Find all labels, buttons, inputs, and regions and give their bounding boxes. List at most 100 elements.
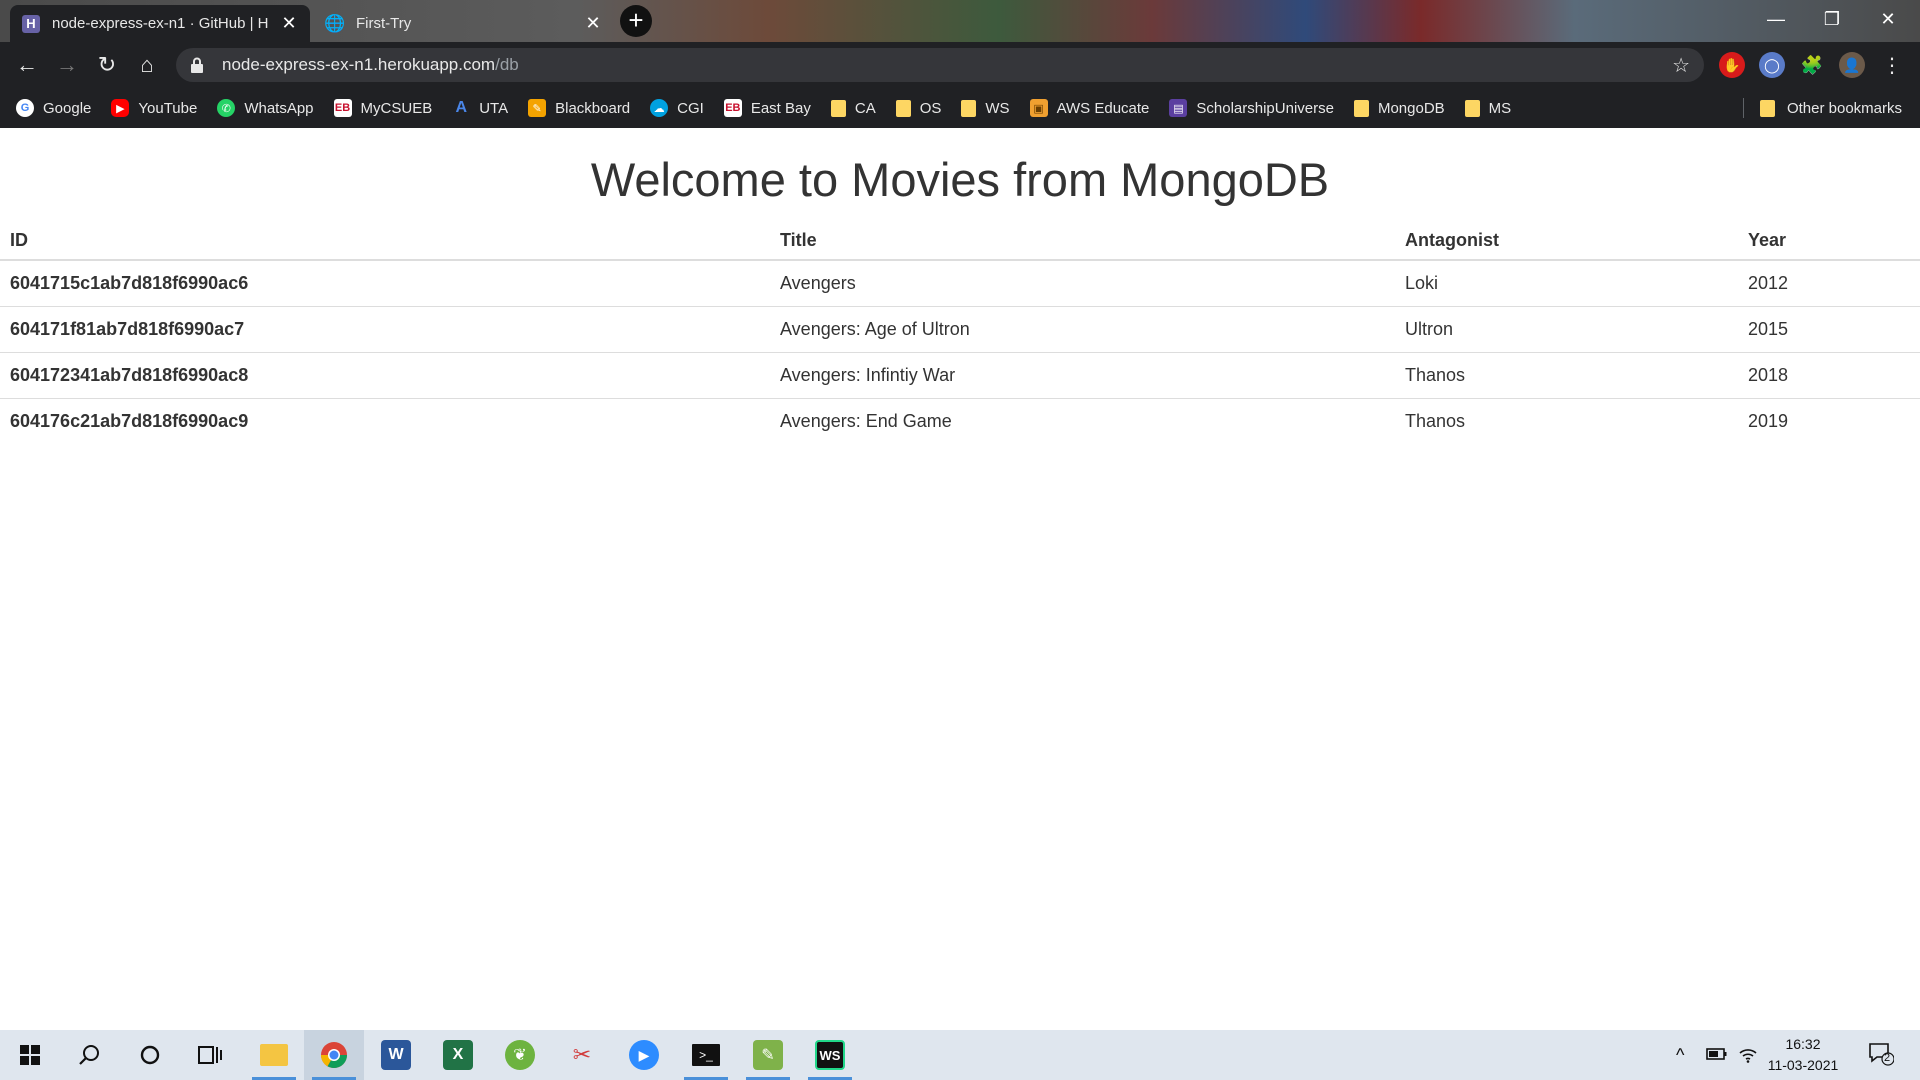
- forward-icon[interactable]: →: [52, 50, 82, 80]
- bookmarks-divider: [1743, 98, 1744, 118]
- bookmark-scholarshipuniverse[interactable]: ▤ ScholarshipUniverse: [1169, 99, 1334, 117]
- url-path: /db: [495, 55, 519, 74]
- notification-center-icon[interactable]: 2: [1868, 1042, 1895, 1071]
- wifi-icon[interactable]: [1738, 1045, 1758, 1068]
- cortana-button[interactable]: [120, 1030, 180, 1080]
- taskbar-snipping-tool[interactable]: ✂: [552, 1030, 612, 1080]
- tray-overflow-chevron-icon[interactable]: ^: [1676, 1045, 1684, 1066]
- bookmark-label: WS: [985, 99, 1010, 117]
- globe-icon: 🌐: [324, 13, 346, 33]
- bookmark-star-icon[interactable]: ☆: [1672, 53, 1690, 78]
- taskbar-search-button[interactable]: [60, 1030, 120, 1080]
- bookmark-label: MS: [1488, 99, 1512, 117]
- cell-id: 604171f81ab7d818f6990ac7: [0, 305, 770, 352]
- taskbar-excel[interactable]: X: [428, 1030, 488, 1080]
- bookmark-label: UTA: [479, 99, 509, 117]
- taskbar-word[interactable]: W: [366, 1030, 426, 1080]
- bookmark-cgi[interactable]: ☁ CGI: [650, 99, 704, 117]
- cell-antagonist: Thanos: [1395, 397, 1738, 444]
- bookmark-google[interactable]: G Google: [16, 99, 91, 117]
- bookmark-label: East Bay: [750, 99, 811, 117]
- taskbar-clock[interactable]: 16:32 11-03-2021: [1758, 1034, 1848, 1076]
- taskbar-webstorm[interactable]: WS: [800, 1030, 860, 1080]
- bookmark-label: Blackboard: [555, 99, 631, 117]
- cell-title: Avengers: Age of Ultron: [770, 305, 1395, 352]
- bookmark-folder-os[interactable]: OS: [895, 99, 941, 117]
- extension-red-icon[interactable]: ✋: [1719, 52, 1745, 78]
- extension-circle-icon[interactable]: ◯: [1759, 52, 1785, 78]
- tab-first-try[interactable]: 🌐 First-Try ✕: [314, 5, 614, 42]
- chrome-icon: [319, 1040, 349, 1070]
- salesforce-icon: ☁: [650, 99, 669, 117]
- reload-icon[interactable]: ↻: [92, 50, 122, 80]
- taskbar-terminal[interactable]: >_: [676, 1030, 736, 1080]
- home-icon[interactable]: ⌂: [132, 50, 162, 80]
- task-view-button[interactable]: [180, 1030, 240, 1080]
- cell-year: 2015: [1738, 305, 1920, 352]
- cell-title: Avengers: Infintiy War: [770, 351, 1395, 398]
- back-icon[interactable]: ←: [12, 50, 42, 80]
- bookmark-whatsapp[interactable]: ✆ WhatsApp: [217, 99, 314, 117]
- heroku-icon: H: [22, 14, 40, 33]
- eb-icon: EB: [333, 99, 352, 117]
- bookmark-folder-ca[interactable]: CA: [830, 99, 876, 117]
- folder-icon: [830, 99, 846, 117]
- taskbar-spring[interactable]: ❦: [490, 1030, 550, 1080]
- bookmark-label: CGI: [677, 99, 704, 117]
- lock-icon[interactable]: [190, 57, 204, 73]
- cell-title: Avengers: End Game: [770, 397, 1395, 444]
- bookmark-uta[interactable]: A UTA: [452, 99, 508, 117]
- url-host: node-express-ex-n1.herokuapp.com: [222, 55, 496, 74]
- search-icon: [75, 1040, 105, 1070]
- battery-icon[interactable]: [1706, 1045, 1728, 1066]
- bookmark-mycsueb[interactable]: EB MyCSUEB: [333, 99, 432, 117]
- tab-strip: H node-express-ex-n1 · GitHub | He ✕ 🌐 F…: [0, 0, 1920, 42]
- whatsapp-icon: ✆: [217, 99, 236, 117]
- bookmark-youtube[interactable]: ▶ YouTube: [111, 99, 197, 117]
- other-bookmarks[interactable]: Other bookmarks: [1759, 88, 1902, 128]
- folder-icon: [1759, 99, 1775, 117]
- bookmark-aws-educate[interactable]: ▣ AWS Educate: [1029, 99, 1150, 117]
- other-bookmarks-label: Other bookmarks: [1786, 99, 1902, 117]
- menu-kebab-icon[interactable]: ⋮: [1879, 52, 1905, 78]
- close-tab-icon[interactable]: ✕: [280, 13, 298, 33]
- start-button[interactable]: [0, 1030, 60, 1080]
- bookmark-east-bay[interactable]: EB East Bay: [723, 99, 811, 117]
- blackboard-icon: ✎: [528, 99, 547, 117]
- youtube-icon: ▶: [111, 99, 130, 117]
- taskbar-notepad[interactable]: ✎: [738, 1030, 798, 1080]
- movies-table: ID Title Antagonist Year 6041715c1ab7d81…: [0, 222, 1920, 444]
- table-row: 6041715c1ab7d818f6990ac6 Avengers Loki 2…: [0, 260, 1920, 306]
- excel-icon: X: [443, 1040, 473, 1070]
- minimize-icon[interactable]: —: [1756, 6, 1796, 32]
- cell-antagonist: Ultron: [1395, 305, 1738, 352]
- taskbar-file-explorer[interactable]: [244, 1030, 304, 1080]
- close-window-icon[interactable]: ✕: [1868, 6, 1908, 32]
- file-explorer-icon: [260, 1044, 288, 1066]
- page-title: Welcome to Movies from MongoDB: [590, 153, 1330, 206]
- cell-id: 604172341ab7d818f6990ac8: [0, 351, 770, 398]
- address-bar[interactable]: node-express-ex-n1.herokuapp.com/db ☆: [176, 48, 1704, 82]
- header-year: Year: [1738, 222, 1920, 261]
- bookmark-folder-ws[interactable]: WS: [961, 99, 1010, 117]
- clock-date: 11-03-2021: [1767, 1057, 1839, 1073]
- bookmark-folder-ms[interactable]: MS: [1464, 99, 1512, 117]
- bookmark-label: AWS Educate: [1056, 99, 1150, 117]
- cell-antagonist: Loki: [1405, 272, 1439, 293]
- snipping-tool-icon: ✂: [572, 1042, 592, 1067]
- tab-title: node-express-ex-n1 · GitHub | He: [52, 15, 268, 32]
- taskbar-chrome[interactable]: [304, 1030, 364, 1080]
- close-tab-icon[interactable]: ✕: [584, 13, 602, 33]
- bookmarks-bar: G Google ▶ YouTube ✆ WhatsApp EB MyCSUEB…: [0, 88, 1920, 128]
- bookmark-label: CA: [854, 99, 876, 117]
- tab-node-express[interactable]: H node-express-ex-n1 · GitHub | He ✕: [10, 5, 310, 42]
- bookmark-folder-mongodb[interactable]: MongoDB: [1353, 99, 1445, 117]
- taskbar-zoom[interactable]: ▶: [614, 1030, 674, 1080]
- profile-avatar[interactable]: 👤: [1839, 52, 1865, 78]
- bookmark-label: MongoDB: [1377, 99, 1445, 117]
- restore-icon[interactable]: ❐: [1812, 6, 1852, 32]
- new-tab-button[interactable]: +: [620, 5, 652, 37]
- notification-count: 2: [1884, 1052, 1891, 1064]
- bookmark-blackboard[interactable]: ✎ Blackboard: [528, 99, 630, 117]
- extensions-puzzle-icon[interactable]: 🧩: [1799, 52, 1825, 78]
